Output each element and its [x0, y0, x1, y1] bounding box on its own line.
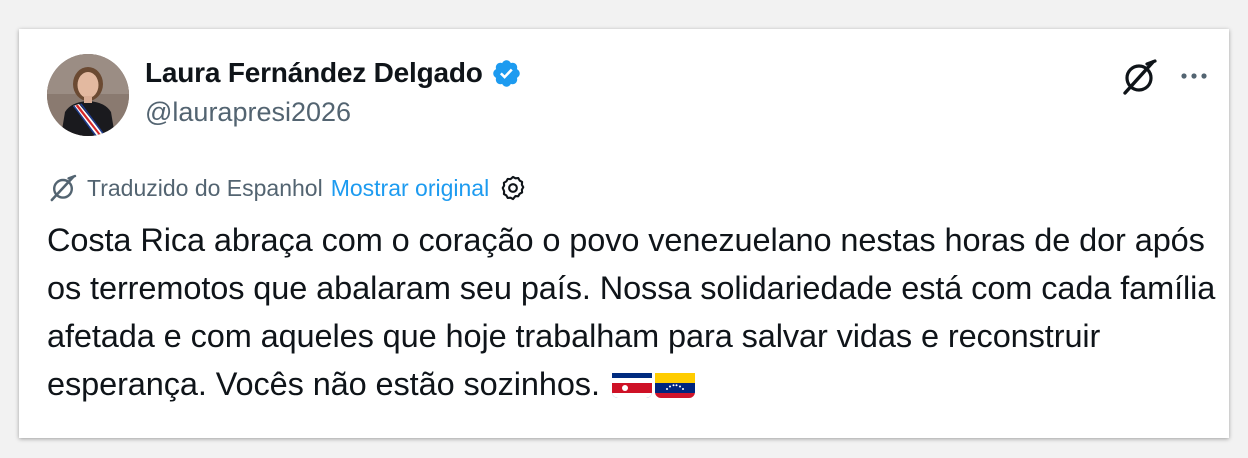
translation-bar: Traduzido do Espanhol Mostrar original	[47, 171, 527, 205]
grok-icon[interactable]	[1119, 57, 1159, 97]
post-text: Costa Rica abraça com o coração o povo v…	[47, 216, 1217, 408]
avatar[interactable]	[47, 54, 129, 136]
author-name[interactable]: Laura Fernández Delgado	[145, 57, 483, 89]
translated-from-label: Traduzido do Espanhol	[87, 174, 323, 201]
show-original-link[interactable]: Mostrar original	[331, 175, 490, 202]
more-options-icon[interactable]	[1177, 59, 1211, 93]
venezuela-flag	[654, 368, 695, 399]
verified-badge-icon[interactable]	[491, 58, 522, 89]
post-card[interactable]: Laura Fernández Delgado @laurapresi2026	[19, 29, 1229, 438]
grok-translate-icon	[47, 172, 79, 204]
costa-rica-flag	[611, 368, 652, 399]
author-row: Laura Fernández Delgado	[145, 57, 522, 89]
author-handle[interactable]: @laurapresi2026	[145, 97, 351, 128]
gear-icon[interactable]	[499, 174, 527, 202]
